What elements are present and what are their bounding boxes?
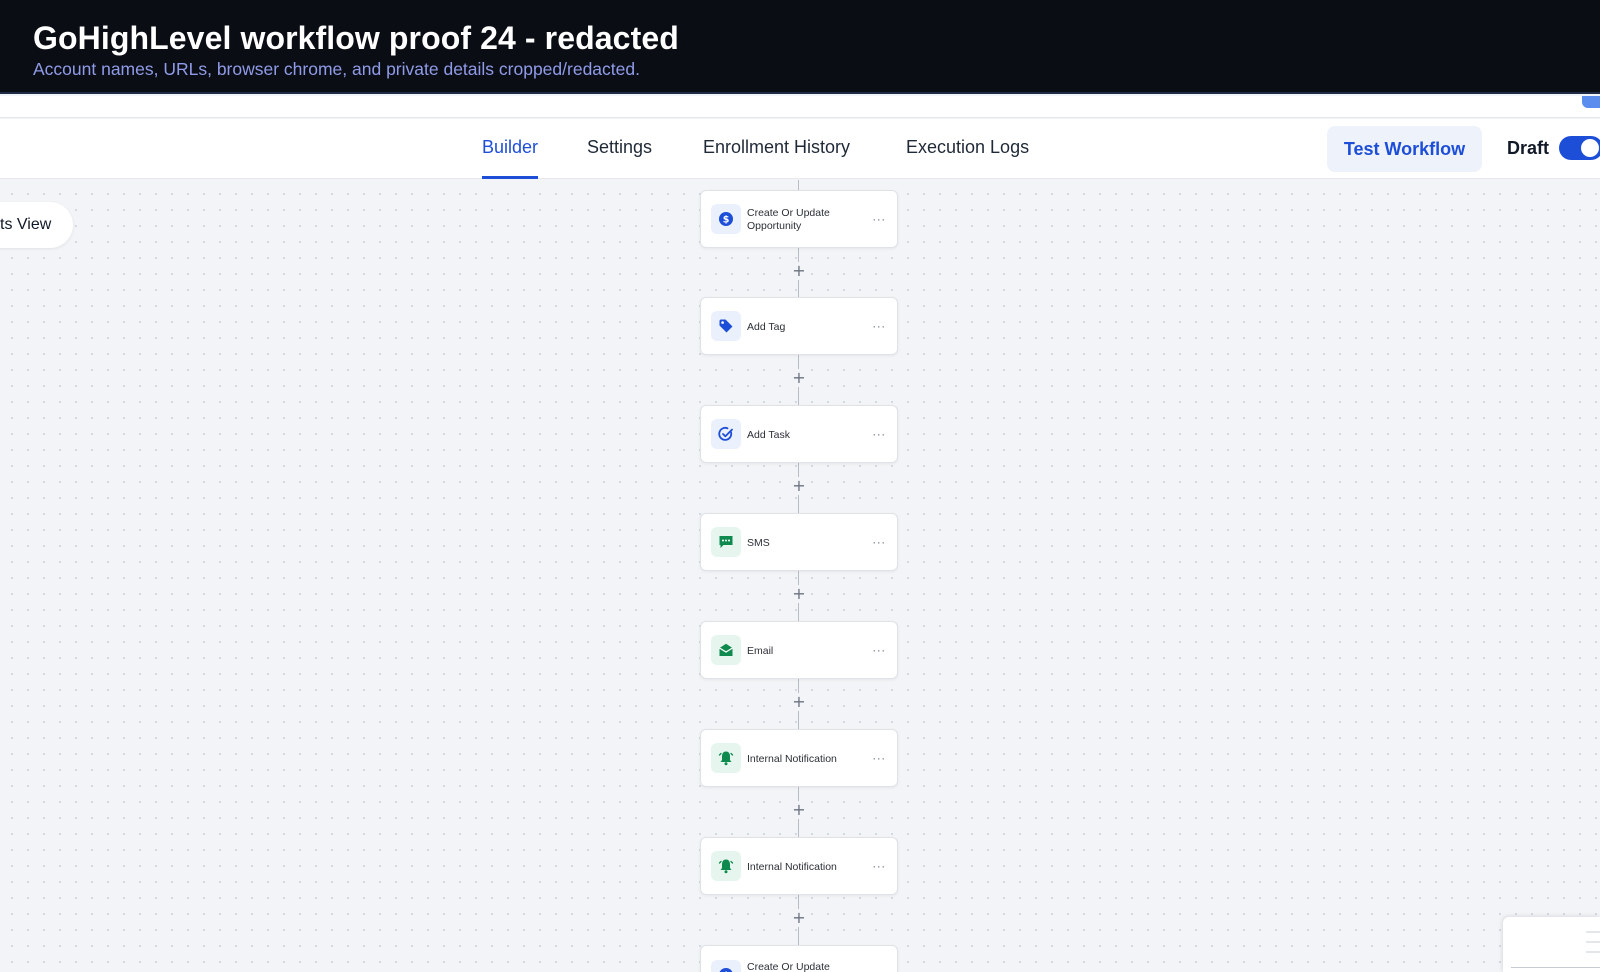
node-label: SMS	[747, 536, 770, 549]
add-step-button[interactable]: +	[790, 477, 808, 495]
banner-title: GoHighLevel workflow proof 24 - redacted	[33, 20, 679, 56]
add-step-button[interactable]: +	[790, 369, 808, 387]
add-step-button[interactable]: +	[790, 262, 808, 280]
email-icon	[711, 635, 741, 665]
add-step-button[interactable]: +	[790, 909, 808, 927]
workflow-node-create-update-opportunity[interactable]: $ Create Or Update ···	[700, 945, 898, 972]
node-label: Create Or Update Opportunity	[747, 207, 830, 232]
app-top-strip	[0, 96, 1600, 118]
node-more-icon[interactable]: ···	[871, 426, 887, 442]
add-step-button[interactable]: +	[790, 585, 808, 603]
tab-execution-logs[interactable]: Execution Logs	[906, 137, 1029, 179]
workflow-node-internal-notification[interactable]: Internal Notification ···	[700, 729, 898, 787]
sms-icon	[711, 527, 741, 557]
bell-icon	[711, 851, 741, 881]
strip-accent-marker	[1582, 96, 1600, 108]
add-step-button[interactable]: +	[790, 801, 808, 819]
node-label: Internal Notification	[747, 860, 837, 873]
dollar-icon: $	[711, 204, 741, 234]
minimap-divider	[1511, 967, 1600, 968]
node-more-icon[interactable]: ···	[871, 858, 887, 874]
tag-icon	[711, 311, 741, 341]
add-step-button[interactable]: +	[790, 693, 808, 711]
node-more-icon[interactable]: ···	[871, 211, 887, 227]
dollar-icon: $	[711, 960, 741, 972]
workflow-node-add-tag[interactable]: Add Tag ···	[700, 297, 898, 355]
workflow-node-add-task[interactable]: Add Task ···	[700, 405, 898, 463]
status-label: Draft	[1507, 138, 1550, 158]
workflow-node-create-update-opportunity[interactable]: $ Create Or Update Opportunity ···	[700, 190, 898, 248]
minimap-preview	[1586, 923, 1600, 961]
node-label: Add Task	[747, 428, 790, 441]
tab-builder[interactable]: Builder	[482, 137, 539, 179]
canvas-minimap[interactable]	[1503, 917, 1600, 972]
node-more-icon[interactable]: ···	[871, 642, 887, 658]
banner-subtitle: Account names, URLs, browser chrome, and…	[33, 59, 640, 79]
node-more-icon[interactable]: ···	[871, 534, 887, 550]
node-more-icon[interactable]: ···	[871, 967, 887, 972]
node-label: Email	[747, 644, 774, 657]
workflow-node-email[interactable]: Email ···	[700, 621, 898, 679]
bell-icon	[711, 743, 741, 773]
publish-toggle[interactable]	[1559, 136, 1600, 160]
workflow-canvas[interactable]: ts View $ Create Or Update Opportunity ·…	[0, 180, 1600, 972]
node-label: Internal Notification	[747, 752, 837, 765]
task-check-icon	[711, 419, 741, 449]
view-toggle-pill[interactable]: ts View	[0, 202, 73, 248]
node-more-icon[interactable]: ···	[871, 318, 887, 334]
workflow-node-sms[interactable]: SMS ···	[700, 513, 898, 571]
workflow-tab-bar: Builder Settings Enrollment History Exec…	[0, 119, 1600, 179]
node-label: Create Or Update	[747, 961, 830, 972]
tab-enrollment-history[interactable]: Enrollment History	[703, 137, 850, 179]
workflow-node-internal-notification[interactable]: Internal Notification ···	[700, 837, 898, 895]
redaction-banner: GoHighLevel workflow proof 24 - redacted…	[0, 0, 1600, 94]
node-more-icon[interactable]: ···	[871, 750, 887, 766]
test-workflow-button[interactable]: Test Workflow	[1327, 126, 1482, 172]
svg-text:$: $	[723, 215, 730, 226]
tab-settings[interactable]: Settings	[587, 137, 652, 179]
node-label: Add Tag	[747, 320, 786, 333]
toggle-knob	[1581, 139, 1599, 157]
